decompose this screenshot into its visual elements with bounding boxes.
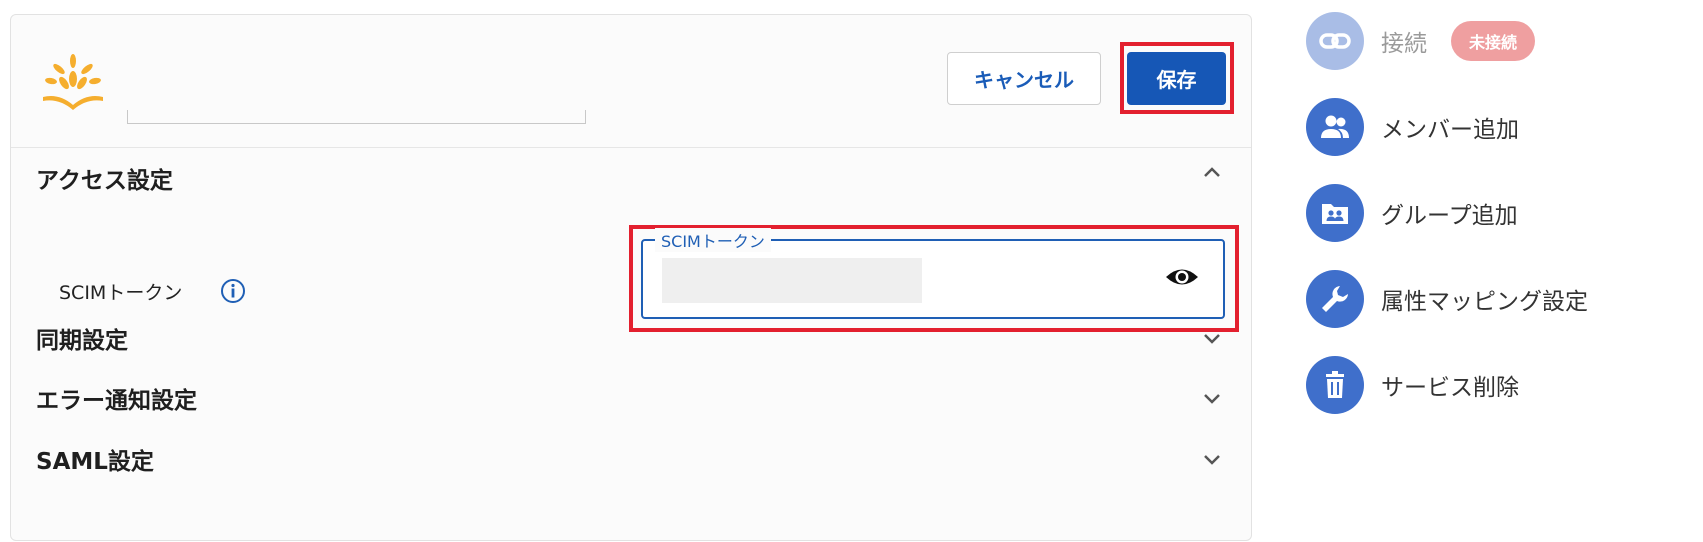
info-icon[interactable] (219, 277, 247, 305)
sidebar-item-add-member[interactable]: メンバー追加 (1306, 98, 1519, 156)
chevron-down-icon[interactable] (1199, 446, 1225, 472)
save-button[interactable]: 保存 (1127, 52, 1226, 105)
section-error-notify-title[interactable]: エラー通知設定 (36, 381, 197, 415)
cancel-button[interactable]: キャンセル (947, 52, 1101, 105)
eye-icon[interactable] (1164, 262, 1200, 292)
service-name-input[interactable] (127, 110, 586, 124)
trash-icon (1306, 356, 1364, 414)
section-saml-title[interactable]: SAML設定 (36, 442, 154, 476)
section-sync-title[interactable]: 同期設定 (36, 321, 128, 355)
sidebar-item-add-group[interactable]: グループ追加 (1306, 184, 1518, 242)
sidebar-item-attribute-mapping[interactable]: 属性マッピング設定 (1306, 270, 1588, 328)
link-icon (1306, 12, 1364, 70)
chevron-down-icon[interactable] (1199, 385, 1225, 411)
section-access-title[interactable]: アクセス設定 (36, 161, 173, 195)
sidebar-item-label: サービス削除 (1381, 375, 1519, 401)
scim-token-field-legend: SCIMトークン (655, 228, 771, 252)
people-icon (1306, 98, 1364, 156)
chevron-up-icon[interactable] (1199, 160, 1225, 186)
sidebar-item-label: 接続 (1381, 31, 1427, 57)
sidebar-item-label: メンバー追加 (1381, 117, 1519, 143)
sidebar-item-connect[interactable]: 接続 未接続 (1306, 12, 1536, 70)
group-folder-icon (1306, 184, 1364, 242)
scim-token-value[interactable] (662, 258, 922, 303)
wrench-icon (1306, 270, 1364, 328)
sidebar-item-delete-service[interactable]: サービス削除 (1306, 356, 1519, 414)
status-badge: 未接続 (1451, 21, 1536, 61)
sidebar-item-label: グループ追加 (1381, 203, 1518, 229)
scim-token-label: SCIMトークン (59, 282, 183, 304)
sprout-book-icon (43, 54, 103, 110)
sidebar-item-label: 属性マッピング設定 (1381, 289, 1588, 315)
